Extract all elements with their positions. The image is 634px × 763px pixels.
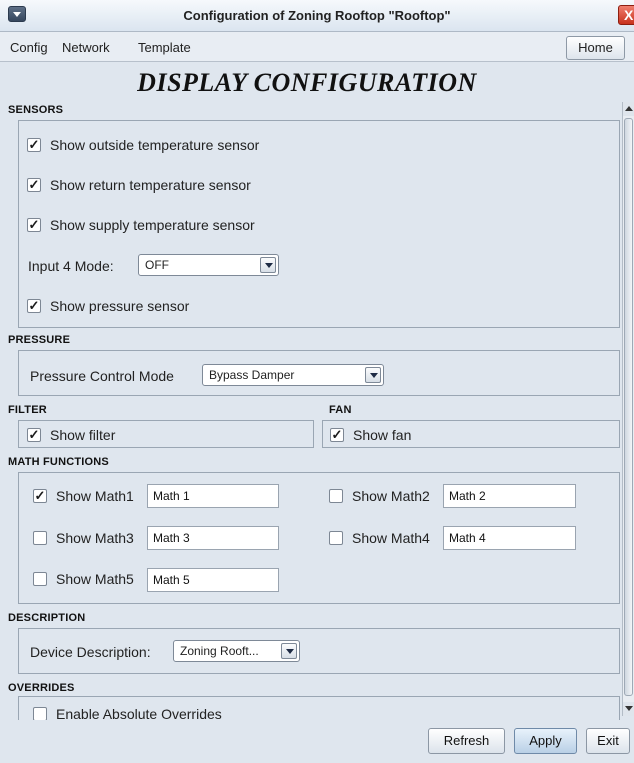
section-label-fan: FAN (329, 404, 352, 416)
checkbox-label: Show supply temperature sensor (50, 217, 255, 233)
bottom-button-bar: Refresh Apply Exit (0, 720, 634, 763)
checkbox-checked-icon (27, 178, 41, 192)
pressure-mode-select[interactable]: Bypass Damper (202, 364, 384, 386)
scroll-up-icon[interactable] (623, 102, 634, 116)
math5-name-input[interactable]: Math 5 (147, 568, 279, 592)
checkbox-label: Show outside temperature sensor (50, 137, 260, 153)
math3-name-input[interactable]: Math 3 (147, 526, 279, 550)
scroll-down-icon[interactable] (623, 702, 634, 716)
checkbox-math3[interactable]: Show Math3 (33, 530, 134, 546)
checkbox-supply-temp[interactable]: Show supply temperature sensor (27, 217, 255, 233)
chevron-down-icon (365, 367, 381, 383)
checkbox-return-temp[interactable]: Show return temperature sensor (27, 177, 251, 193)
vertical-scrollbar[interactable] (622, 102, 634, 716)
math1-name-input[interactable]: Math 1 (147, 484, 279, 508)
section-label-sensors: SENSORS (8, 104, 64, 116)
scrollbar-thumb[interactable] (624, 118, 633, 696)
device-description-value: Zoning Rooft... (180, 644, 259, 658)
window-title: Configuration of Zoning Rooftop "Rooftop… (183, 8, 451, 23)
checkbox-label: Show Math4 (352, 530, 430, 546)
checkbox-checked-icon (27, 299, 41, 313)
input4-mode-label: Input 4 Mode: (28, 258, 114, 274)
checkbox-checked-icon (27, 138, 41, 152)
checkbox-unchecked-icon (33, 531, 47, 545)
checkbox-pressure-sensor[interactable]: Show pressure sensor (27, 298, 189, 314)
checkbox-label: Show filter (50, 427, 116, 443)
checkbox-show-fan[interactable]: Show fan (330, 427, 411, 443)
checkbox-label: Show fan (353, 427, 412, 443)
math4-name-input[interactable]: Math 4 (443, 526, 576, 550)
section-label-math: MATH FUNCTIONS (8, 456, 109, 468)
refresh-button[interactable]: Refresh (428, 728, 505, 754)
checkbox-label: Show Math2 (352, 488, 430, 504)
pressure-mode-label: Pressure Control Mode (30, 368, 174, 384)
math2-name-input[interactable]: Math 2 (443, 484, 576, 508)
menu-bar: Config Network Template (0, 32, 634, 62)
input4-mode-select[interactable]: OFF (138, 254, 279, 276)
checkbox-unchecked-icon (329, 531, 343, 545)
checkbox-absolute-overrides[interactable]: Enable Absolute Overrides (33, 706, 222, 720)
checkbox-checked-icon (33, 489, 47, 503)
section-label-description: DESCRIPTION (8, 612, 86, 624)
pressure-mode-value: Bypass Damper (209, 368, 295, 382)
checkbox-unchecked-icon (329, 489, 343, 503)
checkbox-math5[interactable]: Show Math5 (33, 571, 134, 587)
checkbox-checked-icon (27, 428, 41, 442)
checkbox-math2[interactable]: Show Math2 (329, 488, 430, 504)
checkbox-unchecked-icon (33, 572, 47, 586)
input4-mode-value: OFF (145, 258, 169, 272)
menu-config[interactable]: Config (10, 40, 48, 55)
device-description-select[interactable]: Zoning Rooft... (173, 640, 300, 662)
menu-network[interactable]: Network (62, 40, 110, 55)
section-label-pressure: PRESSURE (8, 334, 71, 346)
section-label-filter: FILTER (8, 404, 47, 416)
section-label-overrides: OVERRIDES (8, 682, 75, 694)
title-bar: Configuration of Zoning Rooftop "Rooftop… (0, 0, 634, 32)
menu-template[interactable]: Template (138, 40, 191, 55)
checkbox-checked-icon (330, 428, 344, 442)
device-description-label: Device Description: (30, 644, 151, 660)
checkbox-unchecked-icon (33, 707, 47, 720)
checkbox-math4[interactable]: Show Math4 (329, 530, 430, 546)
checkbox-label: Show pressure sensor (50, 298, 190, 314)
checkbox-math1[interactable]: Show Math1 (33, 488, 134, 504)
checkbox-label: Enable Absolute Overrides (56, 706, 222, 720)
home-button[interactable]: Home (566, 36, 625, 60)
checkbox-label: Show Math5 (56, 571, 134, 587)
chevron-down-icon (281, 643, 297, 659)
overrides-viewport: Enable Absolute Overrides (0, 696, 622, 720)
exit-button[interactable]: Exit (586, 728, 630, 754)
apply-button[interactable]: Apply (514, 728, 577, 754)
page-title: DISPLAY CONFIGURATION (137, 68, 477, 97)
checkbox-outside-temp[interactable]: Show outside temperature sensor (27, 137, 259, 153)
checkbox-label: Show Math3 (56, 530, 134, 546)
checkbox-label: Show Math1 (56, 488, 134, 504)
checkbox-show-filter[interactable]: Show filter (27, 427, 115, 443)
window-menu-icon[interactable] (8, 6, 26, 22)
checkbox-label: Show return temperature sensor (50, 177, 251, 193)
chevron-down-icon (260, 257, 276, 273)
checkbox-checked-icon (27, 218, 41, 232)
close-button[interactable]: X (618, 5, 634, 25)
